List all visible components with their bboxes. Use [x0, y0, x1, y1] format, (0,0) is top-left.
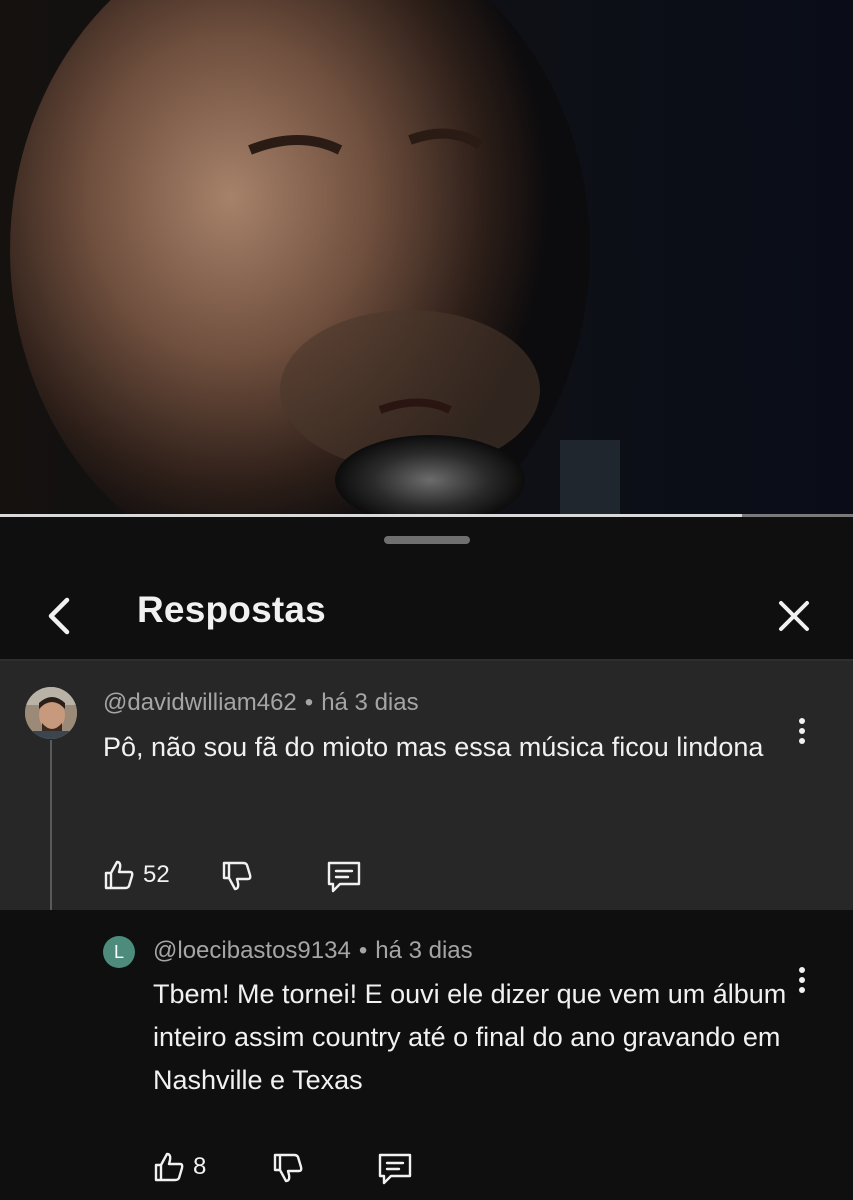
video-frame-image [0, 0, 853, 517]
comment-icon [327, 861, 361, 893]
thumbs-up-icon [104, 860, 134, 890]
avatar[interactable]: L [103, 936, 135, 968]
reply-button[interactable] [377, 1152, 413, 1186]
like-count: 8 [193, 1153, 207, 1180]
like-button[interactable]: 8 [153, 1151, 206, 1183]
sheet-header: Respostas [0, 558, 853, 658]
thumbs-down-icon [273, 1153, 303, 1183]
comment-text: Tbem! Me tornei! E ouvi ele dizer que ve… [153, 979, 787, 1095]
comment-meta: @davidwilliam462 • há 3 dias [103, 689, 419, 717]
video-progress-bar[interactable] [0, 514, 853, 517]
comment-text: Pô, não sou fã do mioto mas essa música … [103, 732, 764, 762]
comment-icon [378, 1153, 412, 1185]
meta-separator: • [358, 937, 368, 964]
dislike-button[interactable] [221, 860, 253, 892]
comment-item: @davidwilliam462 • há 3 dias Pô, não sou f… [0, 661, 853, 910]
close-icon [779, 601, 809, 631]
thumbs-down-icon [222, 861, 252, 891]
like-button[interactable]: 52 [103, 859, 170, 891]
more-options-button[interactable] [782, 711, 822, 751]
video-player[interactable] [0, 0, 853, 517]
drag-handle[interactable] [384, 536, 470, 544]
comment-time: há 3 dias [321, 689, 419, 716]
back-button[interactable] [30, 588, 86, 644]
dislike-button[interactable] [272, 1152, 304, 1184]
close-button[interactable] [766, 588, 822, 644]
chevron-left-icon [48, 597, 70, 635]
more-vertical-icon [799, 718, 805, 744]
comment-time: há 3 dias [375, 937, 473, 964]
reply-item: L @loecibastos9134 • há 3 dias Tbem! Me to… [0, 910, 853, 1200]
like-count: 52 [143, 861, 170, 888]
meta-separator: • [304, 689, 314, 716]
comment-meta: @loecibastos9134 • há 3 dias [153, 937, 473, 965]
video-progress-fill [0, 514, 743, 517]
comment-author[interactable]: @davidwilliam462 [103, 689, 297, 716]
page-title: Respostas [137, 589, 326, 630]
avatar[interactable] [25, 687, 77, 739]
thumbs-up-icon [154, 1152, 184, 1182]
reply-button[interactable] [326, 860, 362, 894]
comment-author[interactable]: @loecibastos9134 [153, 937, 351, 964]
replies-sheet: Respostas @davidwilliam462 • há 3 dias P… [0, 518, 853, 1200]
user-photo-icon [25, 687, 77, 739]
